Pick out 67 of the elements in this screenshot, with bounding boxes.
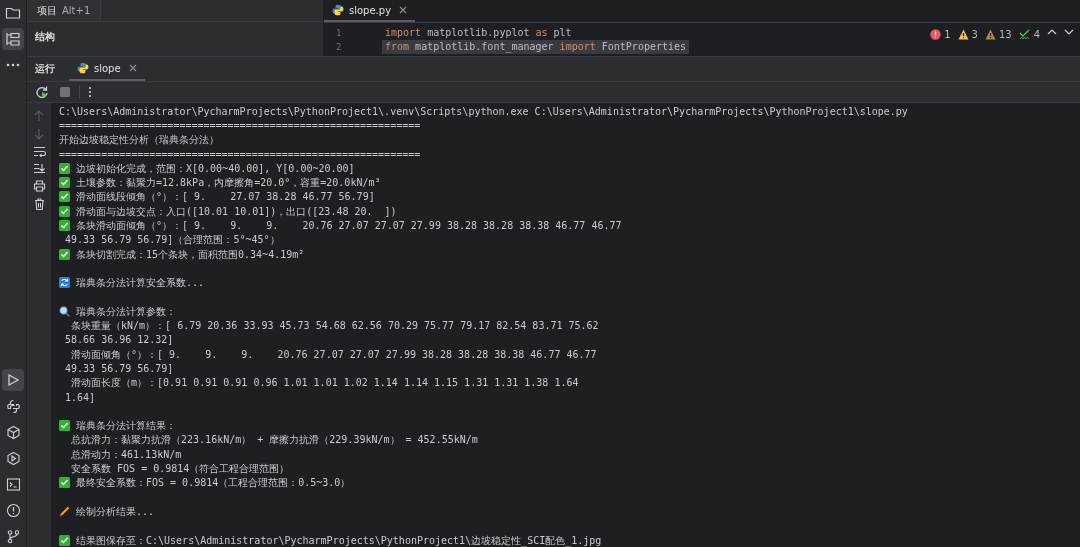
run-panel-title: 运行: [34, 62, 56, 76]
console-line: 瑞典条分法计算参数：: [76, 304, 176, 318]
console-line: 安全系数 FOS = 0.9814（符合工程合理范围）: [70, 462, 290, 476]
console-line: 条块滑动面倾角（°）：[ 9. 9. 9. 20.76 27.07 27.07 27.99 38.28 38.28 38.38 46.77 46.77: [76, 219, 622, 232]
search-icon: [59, 305, 70, 317]
console-line: 总滑动力：461.13kN/m: [70, 447, 182, 461]
console-line: 瑞典条分法计算安全系数...: [76, 276, 205, 290]
scroll-to-end-icon[interactable]: [31, 162, 47, 175]
python-file-icon: [77, 62, 89, 74]
inspection-count: 1: [944, 29, 951, 40]
chevron-down-icon[interactable]: [1064, 29, 1074, 35]
project-tab[interactable]: 项目 Alt+1: [27, 0, 102, 21]
console-line: 土壤参数：黏聚力=12.8kPa，内摩擦角=20.0°，容重=20.0kN/m³: [76, 176, 381, 190]
chevron-up-icon[interactable]: [1047, 29, 1057, 35]
console-line: 58.66 36.96 12.32]: [64, 333, 174, 347]
console-line: 滑动面与边坡交点：入口([10.01 10.01])，出口([23.48 20. ]): [76, 204, 397, 218]
editor-tab[interactable]: slope.py: [324, 0, 416, 22]
check-mark-icon: [59, 191, 70, 203]
check-mark-icon: [59, 248, 70, 260]
code-line: import matplotlib.pyplot as plt: [384, 26, 573, 40]
trash-icon[interactable]: [32, 197, 46, 211]
inspection-count: 3: [971, 29, 978, 40]
more-options-icon[interactable]: [86, 84, 94, 100]
check-mark-icon: [59, 205, 70, 217]
stop-icon[interactable]: [57, 84, 73, 100]
error-icon: [930, 29, 942, 40]
inspection-count: 13: [998, 29, 1012, 40]
check-mark-icon: [59, 534, 70, 546]
console-line: C:\Users\Administrator\PycharmProjects\PythonProject1\.venv\Scripts\python.exe C:\Users\Administrator\PycharmProjects\PythonProject1\slope.py: [59, 104, 908, 118]
warning-icon: [957, 29, 969, 40]
console-line: 滑动面长度（m）：[0.91 0.91 0.91 0.96 1.01 1.01 1.02 1.14 1.14 1.15 1.31 1.31 1.38 1.64: [70, 376, 579, 390]
structure-title: 结构: [34, 30, 56, 44]
console-line: 49.33 56.79 56.79]（合理范围：5°~45°）: [64, 233, 280, 247]
inspection-count: 4: [1033, 29, 1040, 40]
line-number: 2: [335, 42, 343, 52]
console-line: 绘制分析结果...: [76, 504, 155, 518]
console-line: 开始边坡稳定性分析（瑞典条分法）: [59, 133, 219, 147]
console-line: 瑞典条分法计算结果：: [76, 419, 176, 433]
console-line: 1.64]: [64, 390, 96, 404]
console-line: 最终安全系数：FOS = 0.9814（工程合理范围：0.5~3.0）: [76, 476, 351, 490]
console-line: 总抗滑力：黏聚力抗滑（223.16kN/m） + 摩擦力抗滑（229.39kN/m） = 452.55kN/m: [70, 433, 478, 447]
print-icon[interactable]: [31, 179, 47, 193]
check-mark-icon: [59, 220, 70, 231]
console-line: ============================================================: [59, 118, 421, 132]
check-mark-icon: [59, 420, 70, 432]
close-icon[interactable]: [128, 64, 137, 72]
console-line: 滑动面线段倾角（°）：[ 9. 27.07 38.28 46.77 56.79]: [76, 190, 375, 204]
check-mark-icon: [59, 477, 70, 489]
console-line: 边坡初始化完成，范围：X[0.00~40.00], Y[0.00~20.00]: [76, 161, 355, 175]
console-line: 结果图保存至：C:\Users\Administrator\PycharmProjects\PythonProject1\边坡稳定性_SCI配色_1.jpg: [76, 533, 602, 547]
line-number: 1: [335, 28, 343, 38]
structure-icon[interactable]: [2, 28, 24, 50]
python-file-icon: [332, 4, 344, 16]
console-line: 条块切割完成：15个条块，面积范围0.34~4.19m²: [76, 247, 305, 261]
run-icon[interactable]: [2, 369, 24, 391]
console-line: 49.33 56.79 56.79]: [64, 362, 174, 375]
check-icon: [1018, 29, 1031, 40]
console-line: ============================================================: [59, 147, 421, 161]
check-mark-icon: [59, 162, 70, 174]
console-line: 滑动面倾角（°）：[ 9. 9. 9. 20.76 27.07 27.07 27.99 38.28 38.28 38.38 46.77 46.77: [70, 347, 597, 361]
check-mark-icon: [59, 177, 70, 189]
soft-wrap-icon[interactable]: [31, 145, 47, 158]
pencil-icon: [59, 505, 70, 517]
close-icon[interactable]: [399, 6, 408, 14]
console-line: 条块重量（kN/m）：[ 6.79 20.36 33.93 45.73 54.68 62.56 70.29 75.77 79.17 82.54 83.71 75.62: [70, 319, 599, 333]
weak-warning-icon: [984, 29, 996, 40]
sync-icon: [59, 277, 70, 289]
